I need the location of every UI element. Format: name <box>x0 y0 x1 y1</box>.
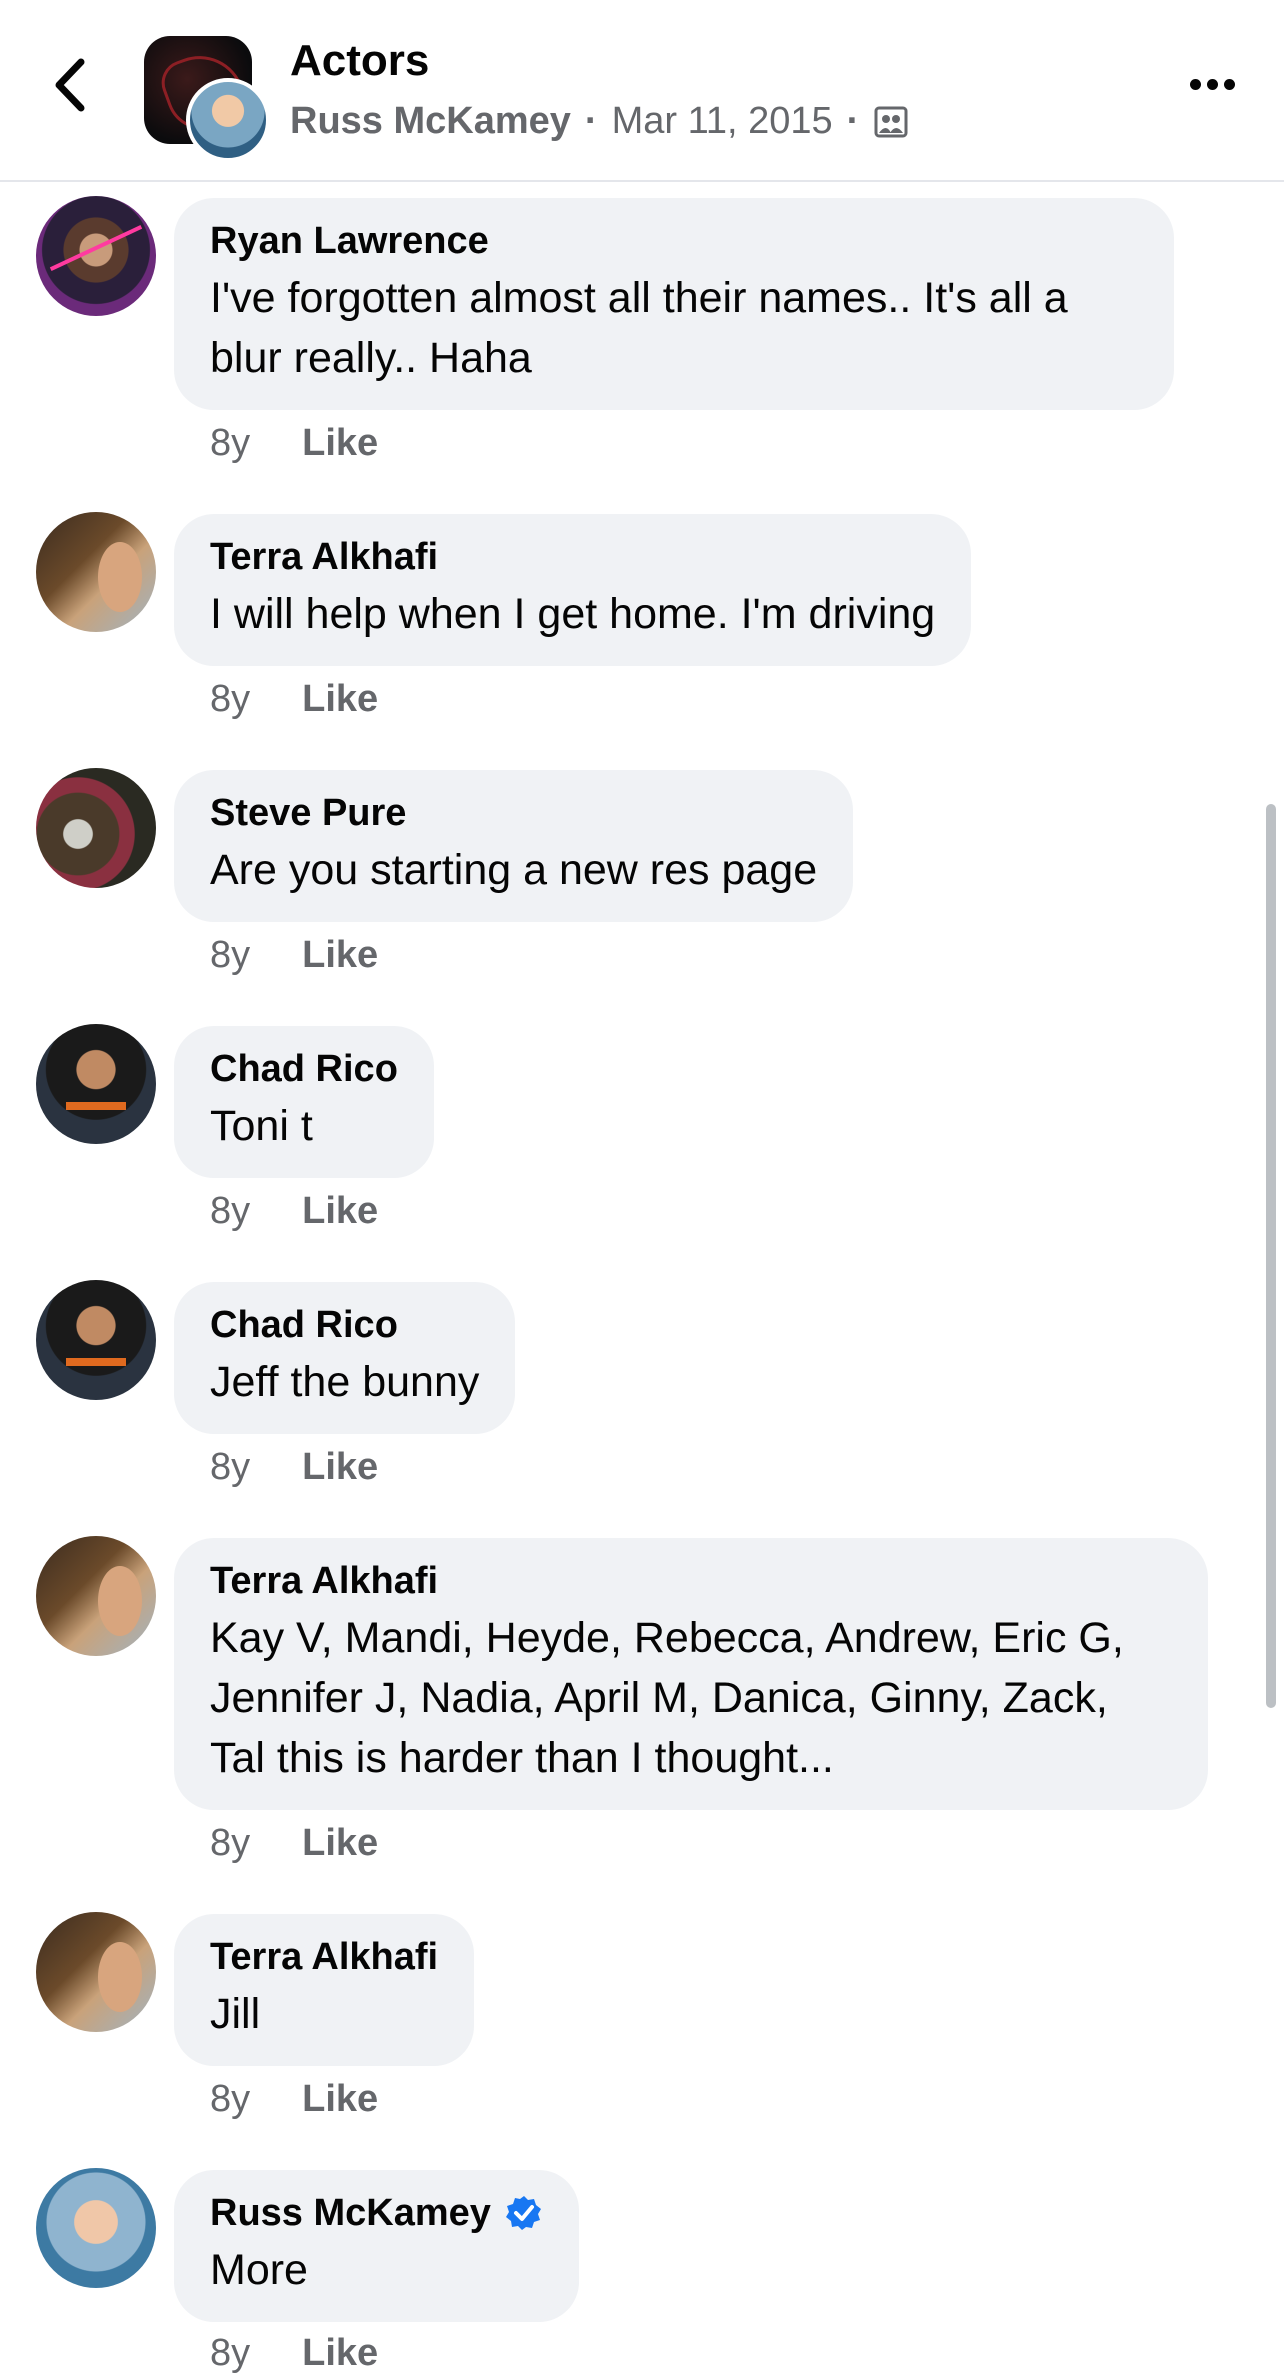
like-button[interactable]: Like <box>302 678 378 721</box>
commenter-avatar[interactable] <box>36 512 156 632</box>
like-button[interactable]: Like <box>302 934 378 977</box>
commenter-avatar[interactable] <box>36 768 156 888</box>
comment-age: 8y <box>210 678 251 720</box>
commenter-name[interactable]: Ryan Lawrence <box>210 218 1138 264</box>
comment-bubble[interactable]: Chad Rico Jeff the bunny <box>174 1282 516 1434</box>
comment-age: 8y <box>210 934 251 976</box>
comment-bubble[interactable]: Terra Alkhafi Jill <box>174 1914 475 2066</box>
like-button[interactable]: Like <box>302 1190 378 1233</box>
comment-age: 8y <box>210 2078 251 2120</box>
comment-bubble[interactable]: Chad Rico Toni t <box>174 1026 434 1178</box>
like-button[interactable]: Like <box>302 1822 378 1865</box>
post-byline: Russ McKamey · Mar 11, 2015 · <box>290 100 909 143</box>
commenter-name[interactable]: Steve Pure <box>210 790 817 836</box>
commenter-avatar[interactable] <box>36 1912 156 2032</box>
comment-meta: 8y Like <box>210 2332 378 2375</box>
commenter-name[interactable]: Terra Alkhafi <box>210 1934 438 1980</box>
comment-bubble[interactable]: Russ McKamey More <box>174 2170 579 2322</box>
like-button[interactable]: Like <box>302 1446 378 1489</box>
comment-meta: 8y Like <box>210 1446 378 1489</box>
post-header: Actors Russ McKamey · Mar 11, 2015 · <box>0 0 1284 182</box>
like-button[interactable]: Like <box>302 422 378 465</box>
comment-text: More <box>210 2246 308 2294</box>
comment-text: Are you starting a new res page <box>210 846 818 894</box>
comment-meta: 8y Like <box>210 422 378 465</box>
comment-bubble[interactable]: Steve Pure Are you starting a new res pa… <box>174 770 854 922</box>
comment-text: Toni t <box>210 1102 313 1150</box>
author-avatar[interactable] <box>186 78 270 162</box>
comment-text: Jill <box>210 1990 261 2038</box>
comment-text: Kay V, Mandi, Heyde, Rebecca, Andrew, Er… <box>210 1614 1124 1782</box>
comment-meta: 8y Like <box>210 934 378 977</box>
post-author[interactable]: Russ McKamey <box>290 100 571 143</box>
commenter-avatar[interactable] <box>36 2168 156 2288</box>
comment-meta: 8y Like <box>210 1822 378 1865</box>
separator-dot: · <box>584 100 598 142</box>
commenter-name[interactable]: Russ McKamey <box>210 2190 491 2236</box>
commenter-name[interactable]: Chad Rico <box>210 1046 398 1092</box>
comment-bubble[interactable]: Terra Alkhafi I will help when I get hom… <box>174 514 972 666</box>
like-button[interactable]: Like <box>302 2332 378 2375</box>
comment-text: I've forgotten almost all their names.. … <box>210 274 1068 382</box>
more-dot-icon <box>1223 78 1235 90</box>
commenter-avatar[interactable] <box>36 1024 156 1144</box>
like-button[interactable]: Like <box>302 2078 378 2121</box>
commenter-avatar[interactable] <box>36 1280 156 1400</box>
comment-meta: 8y Like <box>210 1190 378 1233</box>
commenter-name[interactable]: Terra Alkhafi <box>210 534 935 580</box>
vertical-scrollbar[interactable] <box>1266 804 1276 1708</box>
commenter-avatar[interactable] <box>36 196 156 316</box>
more-dot-icon <box>1189 78 1201 90</box>
comment-bubble[interactable]: Ryan Lawrence I've forgotten almost all … <box>174 198 1174 410</box>
more-options-button[interactable] <box>1182 64 1242 104</box>
comment-bubble[interactable]: Terra Alkhafi Kay V, Mandi, Heyde, Rebec… <box>174 1538 1208 1810</box>
group-title[interactable]: Actors <box>290 36 429 86</box>
commenter-name[interactable]: Terra Alkhafi <box>210 1558 1172 1604</box>
comment-age: 8y <box>210 2332 251 2374</box>
comment-text: I will help when I get home. I'm driving <box>210 590 936 638</box>
comment-age: 8y <box>210 422 251 464</box>
comment-age: 8y <box>210 1822 251 1864</box>
chevron-left-icon <box>55 58 85 112</box>
comment-meta: 8y Like <box>210 678 378 721</box>
commenter-name-row: Russ McKamey <box>210 2190 543 2236</box>
group-audience-icon <box>874 106 908 137</box>
comment-meta: 8y Like <box>210 2078 378 2121</box>
verified-badge-icon <box>505 2194 543 2232</box>
comment-text: Jeff the bunny <box>210 1358 480 1406</box>
commenter-avatar[interactable] <box>36 1536 156 1656</box>
back-button[interactable] <box>40 50 100 120</box>
comment-age: 8y <box>210 1190 251 1232</box>
post-date[interactable]: Mar 11, 2015 <box>612 100 833 143</box>
comment-age: 8y <box>210 1446 251 1488</box>
commenter-name[interactable]: Chad Rico <box>210 1302 479 1348</box>
separator-dot: · <box>846 100 860 142</box>
more-dot-icon <box>1206 78 1218 90</box>
